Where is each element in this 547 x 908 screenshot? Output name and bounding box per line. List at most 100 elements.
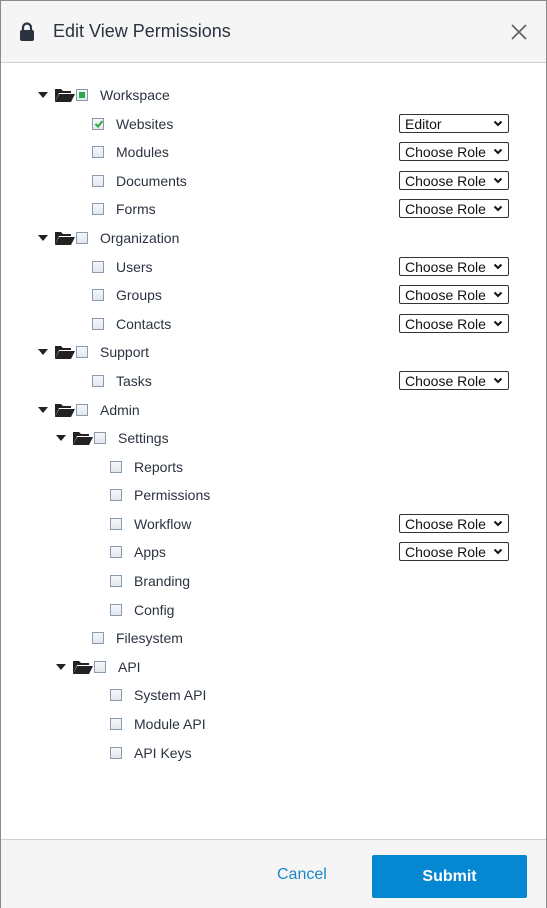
tree-node-contacts: Contacts xyxy=(92,312,171,336)
checkbox[interactable] xyxy=(110,461,122,473)
folder-open-icon xyxy=(55,89,75,102)
close-icon[interactable] xyxy=(509,22,529,42)
checkbox[interactable] xyxy=(92,289,104,301)
chevron-down-icon xyxy=(493,263,503,270)
checkbox[interactable] xyxy=(76,404,88,416)
node-label: Users xyxy=(116,259,153,275)
role-select-value: Editor xyxy=(405,115,442,132)
tree-node-api: API xyxy=(56,655,141,679)
expand-caret-icon[interactable] xyxy=(38,92,48,98)
chevron-down-icon xyxy=(493,148,503,155)
role-select-value: Choose Role xyxy=(405,315,486,332)
role-select-value: Choose Role xyxy=(405,258,486,275)
role-select-groups[interactable]: Choose Role xyxy=(399,285,509,304)
submit-button[interactable]: Submit xyxy=(372,855,527,898)
tree-node-forms: Forms xyxy=(92,197,156,221)
checkbox[interactable] xyxy=(92,118,104,130)
node-label: Websites xyxy=(116,116,174,132)
checkbox[interactable] xyxy=(110,747,122,759)
checkbox[interactable] xyxy=(92,175,104,187)
checkbox[interactable] xyxy=(92,375,104,387)
node-label: Documents xyxy=(116,173,187,189)
expand-caret-icon[interactable] xyxy=(38,407,48,413)
role-select-value: Choose Role xyxy=(405,372,486,389)
role-select-value: Choose Role xyxy=(405,543,486,560)
edit-permissions-dialog: Edit View Permissions Workspace Websites E… xyxy=(0,0,547,908)
node-label: Config xyxy=(134,602,175,618)
checkbox[interactable] xyxy=(76,232,88,244)
role-select-value: Choose Role xyxy=(405,143,486,160)
lock-icon xyxy=(20,22,34,41)
node-label: Groups xyxy=(116,287,162,303)
expand-caret-icon[interactable] xyxy=(56,664,66,670)
checkbox[interactable] xyxy=(110,604,122,616)
tree-node-system-api: System API xyxy=(110,683,206,707)
checkbox[interactable] xyxy=(110,689,122,701)
node-label: Settings xyxy=(118,430,169,446)
checkbox[interactable] xyxy=(92,632,104,644)
dialog-title: Edit View Permissions xyxy=(53,21,231,41)
checkbox[interactable] xyxy=(110,718,122,730)
checkbox[interactable] xyxy=(92,146,104,158)
checkbox[interactable] xyxy=(76,346,88,358)
checkbox[interactable] xyxy=(94,661,106,673)
role-select-modules[interactable]: Choose Role xyxy=(399,142,509,161)
node-label: Admin xyxy=(100,402,140,418)
folder-open-icon xyxy=(73,432,93,445)
role-select-value: Choose Role xyxy=(405,200,486,217)
expand-caret-icon[interactable] xyxy=(56,435,66,441)
node-label: Forms xyxy=(116,201,156,217)
dialog-header: Edit View Permissions xyxy=(1,1,546,63)
tree-node-apps: Apps xyxy=(110,540,166,564)
expand-caret-icon[interactable] xyxy=(38,235,48,241)
role-select-users[interactable]: Choose Role xyxy=(399,257,509,276)
checkbox[interactable] xyxy=(92,203,104,215)
tree-node-tasks: Tasks xyxy=(92,369,152,393)
tree-node-groups: Groups xyxy=(92,283,162,307)
tree-node-settings: Settings xyxy=(56,426,169,450)
role-select-websites[interactable]: Editor xyxy=(399,114,509,133)
role-select-contacts[interactable]: Choose Role xyxy=(399,314,509,333)
tree-node-config: Config xyxy=(110,598,174,622)
tree-node-permissions: Permissions xyxy=(110,483,210,507)
tree-node-workspace: Workspace xyxy=(38,83,170,107)
expand-caret-icon[interactable] xyxy=(38,349,48,355)
checkbox[interactable] xyxy=(92,318,104,330)
checkbox[interactable] xyxy=(110,575,122,587)
chevron-down-icon xyxy=(493,120,503,127)
node-label: Apps xyxy=(134,544,166,560)
chevron-down-icon xyxy=(493,291,503,298)
node-label: Modules xyxy=(116,144,169,160)
checkbox[interactable] xyxy=(110,546,122,558)
node-label: Branding xyxy=(134,573,191,589)
checkbox[interactable] xyxy=(110,489,122,501)
tree-node-branding: Branding xyxy=(110,569,190,593)
checkbox[interactable] xyxy=(76,89,88,101)
node-label: Workflow xyxy=(134,516,192,532)
node-label: Filesystem xyxy=(116,630,183,646)
role-select-apps[interactable]: Choose Role xyxy=(399,542,509,561)
node-label: Organization xyxy=(100,230,180,246)
checkbox[interactable] xyxy=(94,432,106,444)
role-select-workflow[interactable]: Choose Role xyxy=(399,514,509,533)
role-select-forms[interactable]: Choose Role xyxy=(399,199,509,218)
folder-open-icon xyxy=(73,661,93,674)
role-select-value: Choose Role xyxy=(405,515,486,532)
role-select-tasks[interactable]: Choose Role xyxy=(399,371,509,390)
node-label: Tasks xyxy=(116,373,152,389)
role-select-documents[interactable]: Choose Role xyxy=(399,171,509,190)
tree-node-users: Users xyxy=(92,255,153,279)
node-label: Reports xyxy=(134,459,184,475)
checkbox[interactable] xyxy=(110,518,122,530)
chevron-down-icon xyxy=(493,377,503,384)
checkbox[interactable] xyxy=(92,261,104,273)
role-select-value: Choose Role xyxy=(405,286,486,303)
node-label: API Keys xyxy=(134,745,192,761)
node-label: Workspace xyxy=(100,87,170,103)
node-label: Module API xyxy=(134,716,206,732)
role-select-value: Choose Role xyxy=(405,172,486,189)
tree-node-api-keys: API Keys xyxy=(110,741,192,765)
node-label: System API xyxy=(134,687,207,703)
cancel-button[interactable]: Cancel xyxy=(277,866,327,884)
tree-node-support: Support xyxy=(38,340,149,364)
